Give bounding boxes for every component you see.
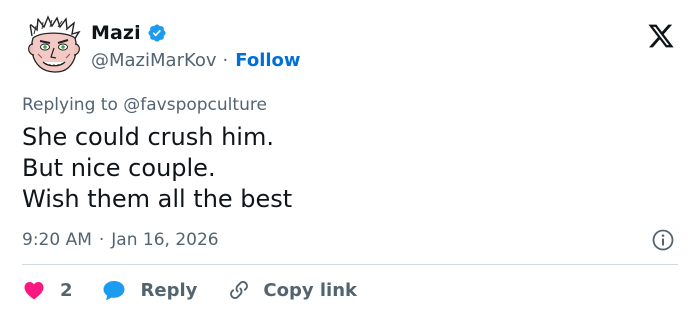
avatar[interactable] — [22, 14, 86, 78]
action-divider — [22, 264, 678, 265]
handle-separator: · — [222, 49, 229, 71]
action-bar: 2 Reply Copy link — [22, 276, 357, 304]
author-handle-row: @MaziMarKov · Follow — [91, 48, 301, 72]
like-count: 2 — [60, 279, 73, 301]
author-handle[interactable]: @MaziMarKov — [91, 50, 217, 71]
reply-button[interactable]: Reply — [101, 278, 228, 302]
tweet-body-line: Wish them all the best — [22, 185, 293, 213]
tweet-time: 9:20 AM — [22, 230, 92, 250]
copy-link-label: Copy link — [263, 279, 357, 301]
like-button[interactable]: 2 — [22, 278, 101, 302]
reply-context-prefix: Replying to — [22, 95, 124, 115]
tweet-body-line: She could crush him. — [22, 123, 274, 151]
tweet-date: Jan 16, 2026 — [111, 230, 219, 250]
tweet-body-line: But nice couple. — [22, 154, 216, 182]
tweet-timestamp[interactable]: 9:20 AM · Jan 16, 2026 — [22, 227, 219, 253]
reply-label: Reply — [140, 279, 198, 301]
heart-icon — [22, 278, 46, 302]
x-logo-icon[interactable] — [646, 22, 676, 50]
verified-badge-icon — [147, 23, 167, 43]
avatar-face-icon — [22, 14, 86, 78]
reply-context: Replying to @favspopculture — [22, 93, 267, 117]
link-icon — [227, 278, 251, 302]
tweet-body: She could crush him. But nice couple. Wi… — [22, 122, 292, 215]
copy-link-button[interactable]: Copy link — [227, 278, 357, 302]
speech-bubble-icon — [101, 278, 127, 302]
tweet-card: Mazi @MaziMarKov · Follow Replying to @f… — [0, 0, 700, 318]
follow-button[interactable]: Follow — [235, 50, 300, 71]
timestamp-separator: · — [98, 230, 105, 250]
author-display-name[interactable]: Mazi — [91, 22, 141, 44]
author-name-row: Mazi — [91, 20, 167, 46]
reply-context-mention[interactable]: @favspopculture — [123, 95, 267, 115]
info-icon[interactable] — [651, 228, 675, 252]
